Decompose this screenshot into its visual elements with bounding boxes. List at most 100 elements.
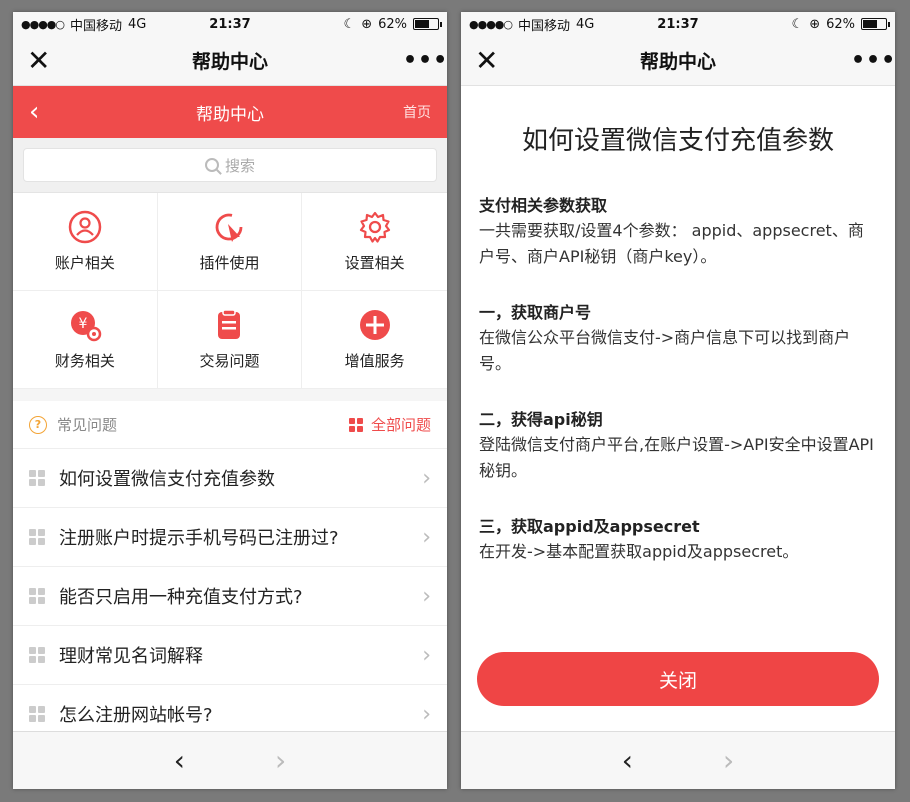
wechat-nav-bar: ✕ 帮助中心 ••• [13, 36, 447, 86]
home-link[interactable]: 首页 [403, 102, 431, 122]
search-placeholder: 搜索 [224, 156, 255, 175]
all-questions-label: 全部问题 [370, 416, 431, 434]
list-item[interactable]: 注册账户时提示手机号码已注册过? › [13, 508, 447, 567]
carrier-label: 中国移动 [518, 18, 571, 34]
moon-icon: ☾ [791, 16, 804, 32]
forward-arrow-icon[interactable]: › [723, 744, 734, 777]
status-left: ●●●●○ 中国移动 4G [469, 15, 594, 34]
network-label: 4G [128, 16, 147, 32]
gear-icon [358, 210, 392, 244]
browser-toolbar: ‹ › [13, 731, 447, 789]
back-arrow-icon[interactable]: ‹ [622, 744, 633, 777]
grid-bullet-icon [29, 706, 45, 722]
section-heading: 二，获得api秘钥 [479, 410, 603, 429]
back-chevron-icon[interactable]: ‹ [29, 99, 69, 125]
lock-rotation-icon: ⊕ [361, 16, 373, 32]
status-left: ●●●●○ 中国移动 4G [21, 15, 146, 34]
article-screen: ●●●●○ 中国移动 4G 21:37 ☾ ⊕ 62% ✕ 帮助中心 ••• 如… [461, 12, 895, 789]
faq-item-text: 怎么注册网站帐号? [59, 705, 213, 726]
category-account[interactable]: 账户相关 [13, 193, 158, 291]
signal-icon: ●●●●○ [21, 17, 65, 31]
category-label: 财务相关 [54, 352, 115, 370]
faq-item-text: 注册账户时提示手机号码已注册过? [59, 528, 339, 549]
more-icon[interactable]: ••• [403, 48, 447, 73]
grid-bullet-icon [29, 647, 45, 663]
faq-list: 如何设置微信支付充值参数 › 注册账户时提示手机号码已注册过? › 能否只启用一… [13, 449, 447, 744]
signal-icon: ●●●●○ [469, 17, 513, 31]
more-icon[interactable]: ••• [851, 48, 895, 73]
category-trade[interactable]: 交易问题 [157, 291, 303, 389]
forward-arrow-icon[interactable]: › [275, 744, 286, 777]
category-settings[interactable]: 设置相关 [302, 193, 447, 291]
category-finance[interactable]: ¥ 财务相关 [13, 291, 158, 389]
status-time: 21:37 [209, 16, 251, 32]
list-item[interactable]: 如何设置微信支付充值参数 › [13, 449, 447, 508]
battery-icon [861, 18, 890, 30]
battery-fill [863, 20, 877, 28]
back-arrow-icon[interactable]: ‹ [174, 744, 185, 777]
list-item[interactable]: 理财常见名词解释 › [13, 626, 447, 685]
battery-fill [415, 20, 429, 28]
grid-bullet-icon [29, 588, 45, 604]
help-center-screen: ●●●●○ 中国移动 4G 21:37 ☾ ⊕ 62% ✕ 帮助中心 ••• ‹… [13, 12, 447, 789]
section-body: 在开发->基本配置获取appid及appsecret。 [479, 542, 799, 561]
chevron-right-icon: › [422, 642, 431, 668]
lock-rotation-icon: ⊕ [809, 16, 821, 32]
faq-item-text: 能否只启用一种充值支付方式? [59, 587, 303, 608]
search-input[interactable]: 搜索 [23, 148, 437, 182]
section-heading: 三，获取appid及appsecret [479, 517, 700, 536]
network-label: 4G [576, 16, 595, 32]
chevron-right-icon: › [422, 465, 431, 491]
faq-title: 常见问题 [57, 416, 118, 434]
battery-label: 62% [826, 16, 855, 32]
clipboard-icon [212, 308, 246, 342]
status-bar: ●●●●○ 中国移动 4G 21:37 ☾ ⊕ 62% [13, 12, 447, 36]
article-section: 一，获取商户号 在微信公众平台微信支付->商户信息下可以找到商户号。 [479, 300, 877, 377]
chevron-right-icon: › [422, 701, 431, 727]
category-label: 插件使用 [199, 254, 260, 272]
article-section: 支付相关参数获取 一共需要获取/设置4个参数： appid、appsecret、… [479, 193, 877, 270]
question-icon: ? [29, 415, 47, 434]
chevron-right-icon: › [422, 583, 431, 609]
article-section: 三，获取appid及appsecret 在开发->基本配置获取appid及app… [479, 514, 877, 565]
category-value-added[interactable]: 增值服务 [302, 291, 447, 389]
list-item[interactable]: 能否只启用一种充值支付方式? › [13, 567, 447, 626]
page-title: 帮助中心 [196, 104, 264, 125]
close-icon[interactable]: ✕ [27, 46, 57, 75]
faq-title-group: ? 常见问题 [29, 414, 117, 435]
section-body: 一共需要获取/设置4个参数： appid、appsecret、商户号、商户API… [479, 221, 864, 266]
category-label: 设置相关 [344, 254, 405, 272]
category-grid: 账户相关 插件使用 设置相关 ¥ 财务相关 交易问题 增值服务 [13, 193, 447, 389]
status-bar: ●●●●○ 中国移动 4G 21:37 ☾ ⊕ 62% [461, 12, 895, 36]
section-heading: 一，获取商户号 [479, 303, 592, 322]
article-title: 如何设置微信支付充值参数 [521, 126, 834, 156]
chevron-right-icon: › [422, 524, 431, 550]
grid-icon [348, 417, 363, 432]
svg-text:¥: ¥ [78, 316, 87, 332]
pointer-refresh-icon [212, 210, 246, 244]
wechat-nav-bar: ✕ 帮助中心 ••• [461, 36, 895, 86]
wechat-title: 帮助中心 [191, 51, 268, 73]
close-button[interactable]: 关闭 [477, 652, 879, 706]
grid-bullet-icon [29, 529, 45, 545]
search-area: 搜索 [13, 138, 447, 193]
faq-header: ? 常见问题 全部问题 [13, 401, 447, 449]
grid-bullet-icon [29, 470, 45, 486]
battery-label: 62% [378, 16, 407, 32]
all-questions-link[interactable]: 全部问题 [348, 414, 431, 435]
section-body: 在微信公众平台微信支付->商户信息下可以找到商户号。 [479, 328, 851, 373]
article-section: 二，获得api秘钥 登陆微信支付商户平台,在账户设置->API安全中设置API秘… [479, 407, 877, 484]
plus-circle-icon [358, 308, 392, 342]
section-heading: 支付相关参数获取 [479, 196, 608, 215]
battery-icon [413, 18, 442, 30]
status-right: ☾ ⊕ 62% [344, 16, 442, 32]
carrier-label: 中国移动 [70, 18, 123, 34]
faq-item-text: 如何设置微信支付充值参数 [59, 469, 275, 490]
wechat-title: 帮助中心 [639, 51, 716, 73]
category-label: 交易问题 [199, 352, 260, 370]
close-icon[interactable]: ✕ [475, 46, 505, 75]
category-plugin[interactable]: 插件使用 [157, 193, 303, 291]
status-right: ☾ ⊕ 62% [791, 16, 890, 32]
yuan-gear-icon: ¥ [68, 308, 102, 342]
search-icon [204, 158, 219, 172]
